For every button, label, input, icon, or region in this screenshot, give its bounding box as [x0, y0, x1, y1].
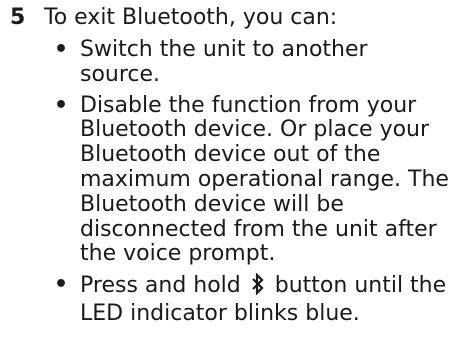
instruction-step: 5 To exit Bluetooth, you can: • Switch t… — [0, 0, 462, 359]
step-number: 5 — [10, 5, 26, 30]
bullet-marker: • — [54, 92, 69, 118]
bullet-marker: • — [54, 37, 69, 62]
list-item: • Switch the unit to another source. — [44, 37, 454, 88]
bullet-list: • Switch the unit to another source. • D… — [44, 37, 454, 333]
list-item: • Disable the function from your Bluetoo… — [44, 92, 454, 268]
bluetooth-icon — [250, 272, 266, 302]
bullet-text: Switch the unit to another source. — [80, 37, 368, 87]
bullet-text-before: Press and hold — [80, 273, 241, 299]
step-intro: To exit Bluetooth, you can: — [44, 5, 338, 30]
bullet-text: Disable the function from your Bluetooth… — [80, 92, 449, 267]
bullet-marker: • — [54, 272, 69, 298]
list-item: • Press and hold button until the LED in… — [44, 272, 454, 327]
